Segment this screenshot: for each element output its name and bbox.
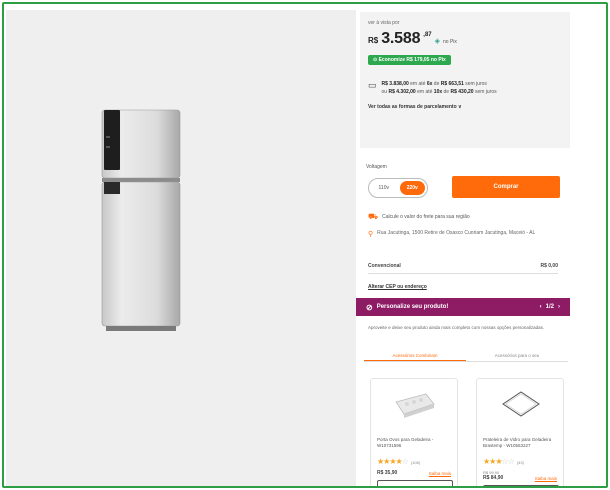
- shipping-option-label: Convencional: [368, 262, 401, 269]
- next-arrow-icon[interactable]: ›: [558, 304, 560, 310]
- installment-mid-2: em até: [417, 89, 433, 95]
- review-count: (43): [516, 460, 524, 465]
- shipping-option-price: R$ 0,00: [540, 262, 558, 269]
- product-image-gallery[interactable]: [6, 10, 356, 486]
- product-image: [483, 385, 559, 425]
- pickup-text: Rua Jacutinga, 1500 Retire de Osasco Cuo…: [377, 230, 536, 236]
- installment-text: R$ 3.838,00 em até 6x de R$ 663,51 sem j…: [382, 80, 497, 96]
- product-more-link[interactable]: Saiba mais: [535, 476, 557, 481]
- review-count: (106): [410, 460, 421, 465]
- price-value: 3.588: [381, 30, 421, 47]
- buy-button[interactable]: Comprar: [452, 176, 560, 198]
- voltage-label: Voltagem: [366, 164, 387, 170]
- installment-amount: R$ 663,51: [440, 81, 464, 87]
- refrigerator-image: [101, 109, 181, 331]
- customize-title-group: ⊘ Personalize seu produto!: [366, 303, 448, 312]
- product-name[interactable]: Prateleira de Vidro para Geladeira Brast…: [483, 437, 557, 455]
- see-installments-link[interactable]: Ver todas as formas de parcelamento ∨: [368, 104, 562, 110]
- price-caption: ver à vista por: [368, 20, 400, 26]
- glass-shelf-icon: [502, 391, 540, 417]
- product-price: R$ 35,90: [377, 470, 398, 476]
- location-pin-icon: ⚲: [368, 231, 374, 238]
- product-rating: ★★★★☆ (106): [377, 457, 421, 466]
- tab-accessories-match[interactable]: Acessórios Combinam: [364, 350, 466, 361]
- installment-or: ou: [381, 89, 388, 95]
- price-currency: R$: [368, 36, 379, 45]
- installment-total-2: R$ 4.302,00: [388, 89, 416, 95]
- product-bottom: R$ 99,90 R$ 84,90 Saiba mais: [483, 470, 557, 481]
- installment-price: R$ 3.838,00: [381, 81, 409, 87]
- credit-card-icon: ▭: [368, 80, 377, 90]
- pickup-row: ⚲ Rua Jacutinga, 1500 Retire de Osasco C…: [368, 230, 558, 238]
- shipping-calc-row[interactable]: ⛟ Calcule o valor do frete para sua regi…: [368, 212, 470, 222]
- installment-amount-2: R$ 430,20: [450, 89, 474, 95]
- installment-info: ▭ R$ 3.838,00 em até 6x de R$ 663,51 sem…: [368, 80, 562, 96]
- product-price: R$ 84,90: [483, 475, 504, 481]
- product-bottom: R$ 35,90 Saiba mais: [377, 470, 451, 476]
- voltage-toggle[interactable]: 110v 220v: [368, 178, 428, 198]
- prev-arrow-icon[interactable]: ‹: [540, 304, 542, 310]
- customize-banner[interactable]: ⊘ Personalize seu produto! ‹ 1/2 ›: [356, 298, 570, 316]
- accessory-tabs: Acessórios Combinam Acessórios para o se…: [364, 350, 568, 362]
- installment-mid: em até: [410, 81, 426, 87]
- product-add-button[interactable]: [483, 485, 559, 486]
- installment-of: de: [433, 81, 440, 87]
- savings-badge: ⊙ Economize R$ 179,05 no Pix: [368, 55, 451, 65]
- product-rating: ★★★☆☆ (43): [483, 457, 524, 466]
- voltage-option-220v[interactable]: 220v: [399, 181, 425, 195]
- product-name[interactable]: Porta Ovos para Geladeira - W10731596: [377, 437, 451, 455]
- customize-pager: ‹ 1/2 ›: [540, 304, 560, 310]
- product-card[interactable]: Prateleira de Vidro para Geladeira Brast…: [476, 378, 564, 486]
- customize-title: Personalize seu produto!: [376, 304, 449, 310]
- customize-description: Aproveite e deixe seu produto ainda mais…: [368, 325, 545, 330]
- price-cents: ,87: [423, 32, 432, 38]
- product-image: [377, 385, 453, 425]
- product-card[interactable]: Porta Ovos para Geladeira - W10731596 ★★…: [370, 378, 458, 486]
- pix-icon: ◈: [434, 38, 441, 45]
- voltage-option-110v[interactable]: 110v: [371, 181, 397, 195]
- price-row: R$ 3.588 ,87 ◈ no Pix: [368, 30, 562, 48]
- installment-qty: 6x: [426, 81, 433, 87]
- page-frame: ver à vista por R$ 3.588 ,87 ◈ no Pix ⊙ …: [2, 2, 608, 488]
- savings-text: Economize R$ 179,05 no Pix: [378, 57, 446, 63]
- shipping-calc-text: Calcule o valor do frete para sua região: [382, 214, 470, 220]
- product-more-link[interactable]: Saiba mais: [429, 471, 451, 476]
- installment-suffix-2: sem juros: [474, 89, 497, 95]
- installment-qty-2: 10x: [433, 89, 443, 95]
- egg-tray-icon: [395, 393, 435, 418]
- customize-icon: ⊘: [366, 302, 373, 312]
- customize-counter: 1/2: [545, 304, 554, 310]
- installment-of-2: de: [443, 89, 450, 95]
- pix-label: no Pix: [443, 39, 457, 45]
- product-add-button[interactable]: [377, 480, 453, 486]
- change-cep-link[interactable]: Alterar CEP ou endereço: [368, 284, 427, 290]
- tab-accessories-yours[interactable]: Acessórios para o seu: [466, 350, 568, 361]
- installment-suffix: sem juros: [465, 81, 487, 87]
- price-box: ver à vista por R$ 3.588 ,87 ◈ no Pix ⊙ …: [360, 12, 570, 148]
- shipping-option-row[interactable]: Convencional R$ 0,00: [368, 258, 558, 274]
- truck-icon: ⛟: [368, 212, 379, 221]
